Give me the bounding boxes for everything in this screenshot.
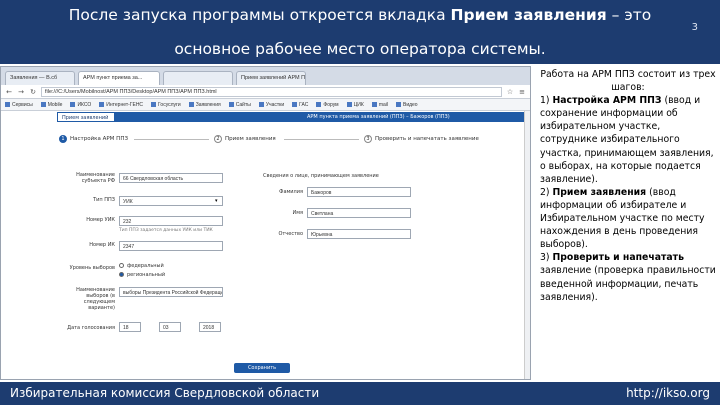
tik-label: Номер ИК <box>89 242 115 248</box>
step-label: Прием заявления <box>225 136 276 142</box>
reload-icon[interactable]: ↻ <box>29 88 37 96</box>
step-connector <box>284 139 359 140</box>
tik-input[interactable]: 2347 <box>119 241 223 251</box>
radio-label: региональный <box>127 272 166 278</box>
number-hint: Тип ППЗ задается данных УИК или ТИК <box>119 228 213 233</box>
app-tab-reception[interactable]: Прием заявлений <box>57 112 115 122</box>
title-suffix: – это <box>606 6 652 24</box>
number-input[interactable]: 232 <box>119 216 223 226</box>
bookmark-item[interactable]: Видео <box>396 102 418 108</box>
step-title: Прием заявления <box>552 186 647 198</box>
app-header-title: АРМ пункта приема заявлений (ППЗ) – Бажо… <box>307 114 450 120</box>
slide-title-line2: основное рабочее место оператора системы… <box>174 40 546 58</box>
bookmark-item[interactable]: Сайты <box>229 102 251 108</box>
bookmark-item[interactable]: ГАС <box>292 102 308 108</box>
step-number: 2 <box>214 135 222 143</box>
footer-site-link[interactable]: http://ikso.org <box>626 386 710 400</box>
bookmark-item[interactable]: Госуслуги <box>151 102 181 108</box>
menu-icon[interactable]: ≡ <box>518 88 526 96</box>
wizard-step-3[interactable]: 3 Проверить и напечатать заявление <box>364 135 479 143</box>
bookmark-item[interactable]: Mobile <box>41 102 63 108</box>
scrollbar[interactable] <box>524 111 530 379</box>
step2-description: 2) Прием заявления (ввод информации об и… <box>540 186 716 251</box>
bookmark-item[interactable]: ИКСО <box>70 102 91 108</box>
slide-footer: Избирательная комиссия Свердловской обла… <box>0 382 720 405</box>
step-text: заявление (проверка правильности введенн… <box>540 265 716 303</box>
app-screenshot: Заявления — В.сб АРМ пункт приема за... … <box>0 66 531 380</box>
step-title: Настройка АРМ ППЗ <box>552 95 662 107</box>
surname-label: Фамилия <box>279 189 303 195</box>
steps-description: Работа на АРМ ППЗ состоит из трех шагов:… <box>540 68 716 304</box>
slide-title-bar: После запуска программы откроется вкладк… <box>0 0 720 64</box>
step-number: 3 <box>364 135 372 143</box>
subject-select[interactable]: 66 Свердловская область <box>119 173 223 183</box>
browser-tab[interactable]: Заявления — В.сб <box>5 71 75 85</box>
election-label: Наименование выборов (в следующем вариан… <box>76 287 115 311</box>
step-label: Настройка АРМ ППЗ <box>70 136 128 142</box>
type-select[interactable]: УИК <box>119 196 223 206</box>
radio-checked-icon <box>119 272 124 277</box>
date-label: Дата голосования <box>67 325 115 331</box>
level-radio-federal[interactable]: федеральный <box>119 263 164 269</box>
footer-org: Избирательная комиссия Свердловской обла… <box>10 386 320 400</box>
step-connector <box>134 139 209 140</box>
level-radio-regional[interactable]: региональный <box>119 272 165 278</box>
bookmark-item[interactable]: Участки <box>259 102 284 108</box>
name-input[interactable]: Светлана <box>307 208 411 218</box>
radio-label: федеральный <box>127 263 164 269</box>
bookmark-item[interactable]: ЦИК <box>347 102 364 108</box>
title-prefix: После запуска программы откроется вкладк… <box>68 6 451 24</box>
step1-description: 1) Настройка АРМ ППЗ (ввод и сохранение … <box>540 94 716 186</box>
browser-tab[interactable]: Прием заявлений АРМ ППЗ <box>236 71 306 85</box>
date-year-input[interactable]: 2018 <box>199 322 221 332</box>
chevron-down-icon: ▾ <box>215 198 218 204</box>
step-label: Проверить и напечатать заявление <box>375 136 479 142</box>
step3-description: 3) Проверить и напечатать заявление (про… <box>540 251 716 303</box>
surname-input[interactable]: Бажоров <box>307 187 411 197</box>
browser-tab-bar: Заявления — В.сб АРМ пункт приема за... … <box>1 67 530 85</box>
wizard-step-2[interactable]: 2 Прием заявления <box>214 135 276 143</box>
wizard-steps: 1 Настройка АРМ ППЗ 2 Прием заявления 3 Про… <box>59 135 529 147</box>
radio-icon <box>119 263 124 268</box>
forward-icon[interactable]: → <box>17 88 25 96</box>
bookmarks-bar: Сервисы Mobile ИКСО Интернет-ГЕНС Госусл… <box>1 99 530 111</box>
slide-title-line1: После запуска программы откроется вкладк… <box>0 4 720 26</box>
step-text: (ввод и сохранение информации об избират… <box>540 95 714 185</box>
steps-intro: Работа на АРМ ППЗ состоит из трех шагов: <box>540 69 716 94</box>
title-bold: Прием заявления <box>450 6 607 24</box>
patronymic-label: Отчество <box>278 231 303 237</box>
name-label: Имя <box>292 210 303 216</box>
operator-section-title: Сведения о лице, принимающем заявление <box>263 173 379 179</box>
date-month-input[interactable]: 03 <box>159 322 181 332</box>
browser-tab[interactable] <box>163 71 233 85</box>
bookmark-item[interactable]: Форум <box>316 102 338 108</box>
subject-label: Наименование субъекта РФ <box>76 172 115 184</box>
back-icon[interactable]: ← <box>5 88 13 96</box>
save-settings-button[interactable]: Сохранить настройки <box>234 363 290 379</box>
date-day-input[interactable]: 18 <box>119 322 141 332</box>
wizard-step-1[interactable]: 1 Настройка АРМ ППЗ <box>59 135 128 143</box>
election-input[interactable]: выборы Президента Российской Федерации <box>119 287 223 297</box>
patronymic-input[interactable]: Юрьевна <box>307 229 411 239</box>
browser-tab-active[interactable]: АРМ пункт приема за... <box>78 71 160 85</box>
app-header: Прием заявлений АРМ пункта приема заявле… <box>57 112 527 122</box>
type-label: Тип ППЗ <box>93 197 115 203</box>
step-num: 2) <box>540 186 553 198</box>
step-title: Проверить и напечатать <box>552 252 684 264</box>
bookmark-item[interactable]: Интернет-ГЕНС <box>99 102 143 108</box>
step-number: 1 <box>59 135 67 143</box>
bookmark-item[interactable]: Сервисы <box>5 102 33 108</box>
step-num: 3) <box>540 252 553 264</box>
bookmark-item[interactable]: Заявления <box>189 102 221 108</box>
url-input[interactable]: file:///C:/Users/Mobilnost/АРМ ППЗ/Deskt… <box>41 86 502 97</box>
page-number: 3 <box>691 22 698 33</box>
address-bar: ← → ↻ file:///C:/Users/Mobilnost/АРМ ППЗ… <box>1 85 530 99</box>
step-num: 1) <box>540 95 553 107</box>
level-label: Уровень выборов <box>69 265 115 271</box>
star-icon[interactable]: ☆ <box>506 88 514 96</box>
bookmark-item[interactable]: mail <box>372 102 388 108</box>
number-label: Номер УИК <box>86 217 115 223</box>
